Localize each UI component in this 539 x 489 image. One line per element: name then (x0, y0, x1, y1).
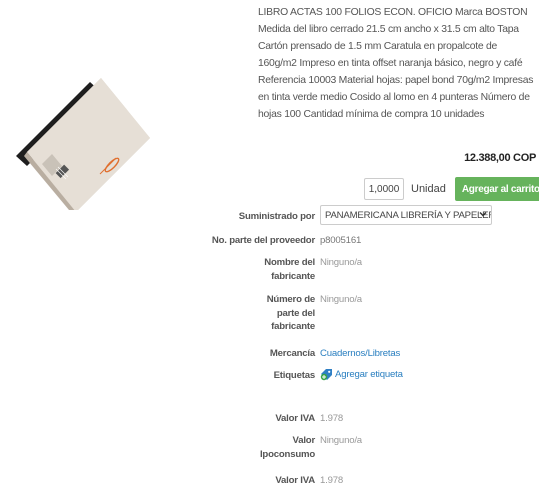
manufacturer-part-label: Número de parte del fabricante (266, 294, 316, 332)
notebook-illustration (16, 78, 150, 216)
manufacturer-part-value: Ninguno/a (320, 294, 362, 305)
supplier-part-value: p8005161 (320, 235, 362, 246)
manufacturer-name-label: Nombre del fabricante (264, 257, 315, 282)
product-price: 12.388,00 COP (464, 152, 536, 164)
supplier-part-label: No. parte del proveedor (211, 235, 315, 246)
add-to-cart-button[interactable]: Agregar al carrito (454, 177, 539, 201)
supplier-select[interactable]: PANAMERICANA LIBRERÍA Y PAPELERÍA (320, 205, 492, 225)
iva-value-1: 1.978 (320, 413, 344, 424)
tags-label: Etiquetas (273, 370, 316, 381)
add-tag-label: Agregar etiqueta (335, 369, 403, 380)
purchase-row: Unidad Agregar al carrito (364, 177, 539, 201)
ipoconsumo-label: Valor Ipoconsumo (259, 435, 315, 460)
ipoconsumo-value: Ninguno/a (320, 435, 362, 446)
chevron-down-icon (479, 212, 487, 217)
quantity-input[interactable] (364, 178, 404, 200)
manufacturer-name-value: Ninguno/a (320, 257, 362, 268)
product-image[interactable] (12, 70, 152, 216)
tag-add-icon (320, 369, 332, 381)
iva-label-2: Valor IVA (275, 475, 315, 486)
supplier-select-value: PANAMERICANA LIBRERÍA Y PAPELERÍA (325, 210, 492, 221)
iva-value-2: 1.978 (320, 475, 344, 486)
merchandise-link[interactable]: Cuadernos/Libretas (320, 347, 400, 361)
merchandise-label: Mercancía (269, 348, 315, 359)
supplier-label: Suministrado por (238, 211, 315, 222)
product-description: LIBRO ACTAS 100 FOLIOS ECON. OFICIO Marc… (258, 7, 534, 120)
iva-label-1: Valor IVA (275, 413, 315, 424)
add-tag-link[interactable]: Agregar etiqueta (320, 368, 403, 382)
unit-label: Unidad (411, 183, 446, 195)
